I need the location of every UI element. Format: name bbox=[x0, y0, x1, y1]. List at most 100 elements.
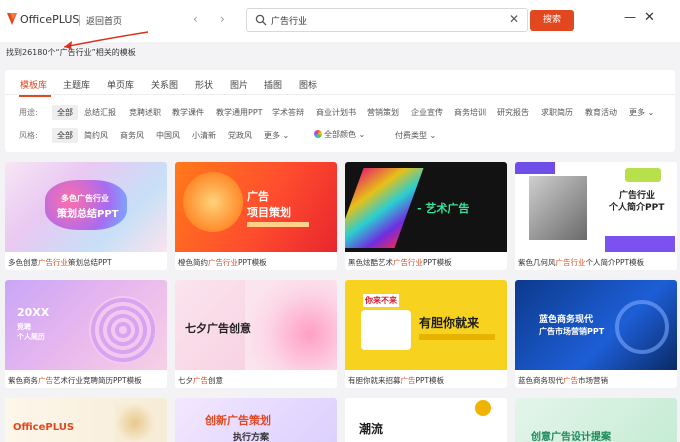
card-title-keyword: 广告行业 bbox=[393, 258, 423, 267]
purpose-chip[interactable]: 企业宣传 bbox=[411, 107, 443, 118]
thumb-title: 潮流 bbox=[359, 422, 384, 436]
purpose-chip[interactable]: 营销策划 bbox=[367, 107, 399, 118]
subtitle-bar bbox=[247, 222, 309, 227]
app-name: OfficePLUS bbox=[20, 13, 80, 26]
purple-footer bbox=[605, 236, 675, 252]
tab-diagrams[interactable]: 关系图 bbox=[151, 78, 178, 91]
template-card[interactable]: 创意广告设计提案 bbox=[515, 398, 677, 442]
purpose-chip[interactable]: 竞聘述职 bbox=[129, 107, 161, 118]
back-home-link[interactable]: 返回首页 bbox=[86, 14, 122, 27]
template-card[interactable]: OfficePLUS bbox=[5, 398, 167, 442]
chevron-left-icon[interactable]: ‹ bbox=[193, 12, 198, 26]
style-label: 风格: bbox=[19, 131, 38, 140]
thumb-subtitle-2: 个人简历 bbox=[17, 333, 45, 341]
thumb-title: 有胆你就来 bbox=[419, 316, 480, 330]
template-card[interactable]: 七夕广告创意 七夕广告创意 bbox=[175, 280, 337, 388]
purpose-chip[interactable]: 教育活动 bbox=[585, 107, 617, 118]
card-title-keyword: 广告 bbox=[400, 376, 416, 385]
tab-images[interactable]: 图片 bbox=[230, 78, 248, 91]
thumb-subtitle: 个人简介PPT bbox=[609, 203, 665, 213]
color-filter-label: 全部颜色 bbox=[324, 130, 356, 139]
search-box[interactable]: ✕ bbox=[246, 8, 528, 32]
style-more[interactable]: 更多 ⌄ bbox=[264, 130, 289, 141]
window-close-icon[interactable]: ✕ bbox=[644, 10, 655, 25]
style-chip[interactable]: 党政风 bbox=[228, 130, 252, 141]
template-card[interactable]: 20XX 竞聘 个人简历 紫色商务广告艺术行业竞聘简历PPT模板 bbox=[5, 280, 167, 388]
card-title-keyword: 广告 bbox=[563, 376, 578, 385]
card-title: 橙色简约广告行业PPT模板 bbox=[178, 257, 267, 268]
chevron-down-icon: ⌄ bbox=[647, 108, 655, 117]
style-chip[interactable]: 中国风 bbox=[156, 130, 180, 141]
style-chip[interactable]: 商务风 bbox=[120, 130, 144, 141]
card-title: 紫色商务广告艺术行业竞聘简历PPT模板 bbox=[8, 375, 142, 386]
color-filter[interactable]: 全部颜色 ⌄ bbox=[314, 129, 365, 140]
orange-circle bbox=[183, 172, 243, 232]
card-title: 黑色炫酷艺术广告行业PPT模板 bbox=[348, 257, 452, 268]
thumb-subtitle: 执行方案 bbox=[233, 433, 270, 442]
yellow-dot bbox=[475, 400, 491, 416]
tab-active-underline bbox=[19, 95, 51, 97]
template-card[interactable]: 广告 项目策划 橙色简约广告行业PPT模板 bbox=[175, 162, 337, 270]
tab-icons[interactable]: 图标 bbox=[299, 78, 317, 91]
card-title-keyword: 广告 bbox=[38, 376, 53, 385]
purpose-chip[interactable]: 学术答辩 bbox=[272, 107, 304, 118]
template-card[interactable]: 蓝色商务现代 广告市场营销PPT 蓝色商务现代广告市场营销 bbox=[515, 280, 677, 388]
template-card[interactable]: 创新广告策划 执行方案 bbox=[175, 398, 337, 442]
template-card[interactable]: - 艺术广告 黑色炫酷艺术广告行业PPT模板 bbox=[345, 162, 507, 270]
purpose-chip[interactable]: 求职简历 bbox=[541, 107, 573, 118]
pay-type-filter[interactable]: 付费类型 ⌄ bbox=[395, 130, 436, 141]
card-title-post: PPT模板 bbox=[423, 258, 452, 267]
photo-block bbox=[529, 176, 587, 240]
template-card[interactable]: 广告行业 个人简介PPT 紫色几何风广告行业个人简介PPT模板 bbox=[515, 162, 677, 270]
search-button[interactable]: 搜索 bbox=[530, 10, 574, 31]
purpose-chip[interactable]: 教学课件 bbox=[172, 107, 204, 118]
thumb-badge: 你来不来 bbox=[363, 294, 399, 307]
template-card[interactable]: 潮流 bbox=[345, 398, 507, 442]
card-title: 七夕广告创意 bbox=[178, 375, 223, 386]
purpose-chip[interactable]: 商务培训 bbox=[454, 107, 486, 118]
style-chip[interactable]: 小清新 bbox=[192, 130, 216, 141]
card-title-pre: 七夕 bbox=[178, 376, 193, 385]
result-count: 找到26180个“广告行业”相关的模板 bbox=[6, 47, 136, 58]
template-card[interactable]: 你来不来 有胆你就来 有胆你就来招募广告PPT模板 bbox=[345, 280, 507, 388]
thumb-title: 蓝色商务现代 bbox=[539, 315, 594, 325]
template-thumbnail: 你来不来 有胆你就来 bbox=[345, 280, 507, 370]
filter-panel: 模板库 主题库 单页库 关系图 形状 图片 插图 图标 用途: 全部 总结汇报 … bbox=[5, 70, 675, 152]
card-title-post: 创意 bbox=[208, 376, 223, 385]
card-title-pre: 紫色几何风 bbox=[518, 258, 556, 267]
chevron-down-icon: ⌄ bbox=[358, 130, 366, 139]
style-chip[interactable]: 全部 bbox=[52, 128, 78, 143]
tab-themes[interactable]: 主题库 bbox=[63, 78, 90, 91]
card-title-pre: 黑色炫酷艺术 bbox=[348, 258, 393, 267]
template-card[interactable]: 多色广告行业 策划总结PPT 多色创意广告行业策划总结PPT bbox=[5, 162, 167, 270]
purpose-chip[interactable]: 商业计划书 bbox=[316, 107, 356, 118]
tab-shapes[interactable]: 形状 bbox=[195, 78, 213, 91]
card-title-keyword: 广告行业 bbox=[38, 258, 68, 267]
search-icon bbox=[255, 14, 267, 26]
card-title: 紫色几何风广告行业个人简介PPT模板 bbox=[518, 257, 644, 268]
purpose-more[interactable]: 更多 ⌄ bbox=[629, 107, 654, 118]
ripple-shape bbox=[89, 296, 157, 364]
purpose-chip[interactable]: 总结汇报 bbox=[84, 107, 116, 118]
minimize-icon[interactable]: — bbox=[624, 10, 636, 24]
chevron-right-icon[interactable]: › bbox=[220, 12, 225, 26]
template-thumbnail: - 艺术广告 bbox=[345, 162, 507, 252]
search-input[interactable] bbox=[271, 13, 501, 27]
card-title-post: PPT模板 bbox=[238, 258, 267, 267]
green-accent bbox=[625, 168, 661, 182]
tab-templates[interactable]: 模板库 bbox=[20, 78, 47, 91]
tab-single-pages[interactable]: 单页库 bbox=[107, 78, 134, 91]
title-divider bbox=[79, 15, 80, 26]
purpose-chip[interactable]: 教学通用PPT bbox=[216, 107, 263, 118]
style-more-label: 更多 bbox=[264, 131, 280, 140]
leaf-illustration bbox=[115, 404, 155, 442]
purpose-chip[interactable]: 全部 bbox=[52, 105, 78, 120]
thumb-subtitle: 广告市场营销PPT bbox=[539, 327, 605, 336]
fist-illustration bbox=[361, 310, 411, 350]
close-icon[interactable]: ✕ bbox=[509, 12, 519, 26]
template-thumbnail: 潮流 bbox=[345, 398, 507, 442]
rainbow-shape bbox=[345, 168, 424, 248]
purpose-chip[interactable]: 研究报告 bbox=[497, 107, 529, 118]
style-chip[interactable]: 简约风 bbox=[84, 130, 108, 141]
tab-illustrations[interactable]: 插图 bbox=[264, 78, 282, 91]
